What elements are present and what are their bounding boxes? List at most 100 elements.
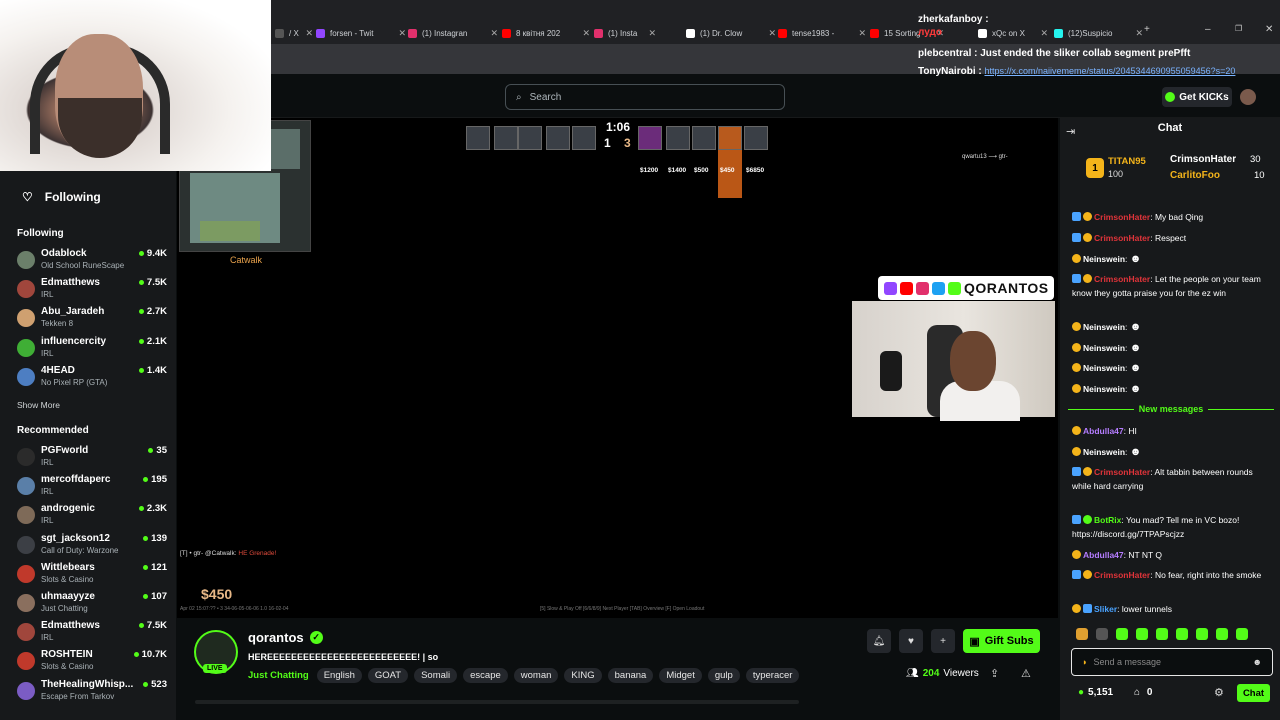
channel-avatar: [17, 367, 35, 386]
chat-username[interactable]: CrimsonHater: [1094, 233, 1150, 243]
sidebar-channel[interactable]: Wittlebears Slots & Casino 121: [17, 562, 167, 590]
emote-icon[interactable]: [1136, 628, 1148, 640]
channel-points[interactable]: ● 5,151: [1078, 687, 1113, 698]
chat-username[interactable]: CrimsonHater: [1094, 467, 1150, 477]
instagram-icon: [916, 281, 929, 295]
browser-tab[interactable]: (12)Suspicio ✕: [1054, 24, 1143, 42]
chat-username[interactable]: Abdulla47: [1083, 550, 1124, 560]
stream-tag[interactable]: woman: [513, 668, 559, 683]
tab-close-icon[interactable]: ✕: [858, 28, 866, 39]
minimize-button[interactable]: –: [1205, 24, 1211, 35]
chat-username[interactable]: Neinswein: [1083, 384, 1125, 394]
chat-username[interactable]: CrimsonHater: [1094, 274, 1150, 284]
emoji-icon[interactable]: ☻: [1253, 657, 1262, 667]
stream-tag[interactable]: banana: [607, 668, 654, 683]
stream-tag[interactable]: English: [316, 668, 362, 683]
chat-username[interactable]: Abdulla47: [1083, 426, 1124, 436]
chat-message: Abdulla47: HI: [1072, 424, 1272, 438]
notification-bell-button[interactable]: 🔔︎: [867, 629, 891, 653]
sidebar-channel[interactable]: androgenic IRL 2.3K: [17, 503, 167, 531]
stream-tag[interactable]: typeracer: [745, 668, 800, 683]
sidebar-channel[interactable]: TheHealingWhisp... Escape From Tarkov 523: [17, 679, 167, 707]
stream-tag[interactable]: Somali: [414, 668, 458, 683]
streamer-name[interactable]: qorantos: [248, 630, 304, 645]
tab-close-icon[interactable]: ✕: [648, 28, 656, 39]
restore-button[interactable]: ❐: [1235, 24, 1242, 33]
page-scrollbar[interactable]: [195, 700, 799, 704]
browser-tab[interactable]: 8 квітня 202 ✕: [502, 24, 590, 42]
clip-button[interactable]: +: [931, 629, 955, 653]
chat-username[interactable]: Neinswein: [1083, 343, 1125, 353]
live-dot-icon: [138, 280, 144, 286]
chat-username[interactable]: Neinswein: [1083, 447, 1125, 457]
chat-settings-icon[interactable]: ⚙: [1214, 686, 1224, 699]
browser-tab[interactable]: / X ✕: [275, 24, 313, 42]
sidebar-channel[interactable]: influencercity IRL 2.1K: [17, 336, 167, 364]
chat-message-input[interactable]: ◗ Send a message ☻: [1071, 648, 1273, 676]
sidebar-channel[interactable]: 4HEAD No Pixel RP (GTA) 1.4K: [17, 365, 167, 393]
stream-tag[interactable]: escape: [463, 668, 508, 683]
browser-tab[interactable]: forsen - Twit ✕: [316, 24, 406, 42]
browser-tab[interactable]: (1) Insta ✕: [594, 24, 656, 42]
category-link[interactable]: Just Chatting: [248, 670, 309, 681]
tab-close-icon[interactable]: ✕: [305, 28, 313, 39]
sidebar-channel[interactable]: Edmatthews IRL 7.5K: [17, 620, 167, 648]
tab-close-icon[interactable]: ✕: [768, 28, 776, 39]
tab-close-icon[interactable]: ✕: [1040, 28, 1048, 39]
chat-username[interactable]: Neinswein: [1083, 322, 1125, 332]
new-messages-divider[interactable]: New messages: [1068, 402, 1274, 416]
emote-icon[interactable]: [1176, 628, 1188, 640]
sidebar-channel[interactable]: Odablock Old School RuneScape 9.4K: [17, 248, 167, 276]
chat-username[interactable]: Neinswein: [1083, 363, 1125, 373]
chat-username[interactable]: CrimsonHater: [1094, 570, 1150, 580]
sidebar-channel[interactable]: mercoffdaperc IRL 195: [17, 474, 167, 502]
tab-close-icon[interactable]: ✕: [398, 28, 406, 39]
channel-category: IRL: [41, 458, 54, 467]
sidebar-channel[interactable]: Edmatthews IRL 7.5K: [17, 277, 167, 305]
browser-tab[interactable]: tense1983 - ✕: [778, 24, 866, 42]
emote-icon[interactable]: [1096, 628, 1108, 640]
emote-icon[interactable]: [1216, 628, 1228, 640]
report-icon[interactable]: ⚠: [1021, 667, 1031, 680]
show-more-link[interactable]: Show More: [17, 400, 60, 410]
chat-username[interactable]: Neinswein: [1083, 254, 1125, 264]
stream-tag[interactable]: KING: [564, 668, 602, 683]
close-window-button[interactable]: ✕: [1265, 24, 1273, 35]
emote-icon[interactable]: [1076, 628, 1088, 640]
stream-tag[interactable]: gulp: [707, 668, 740, 683]
gift-subs-button[interactable]: ▣ Gift Subs: [963, 629, 1040, 653]
channel-category: IRL: [41, 487, 54, 497]
sidebar-channel[interactable]: sgt_jackson12 Call of Duty: Warzone 139: [17, 533, 167, 561]
user-avatar[interactable]: [1240, 89, 1256, 105]
chat-username[interactable]: Sliker: [1094, 604, 1117, 614]
follow-button[interactable]: ♥: [899, 629, 923, 653]
tab-close-icon[interactable]: ✕: [1135, 28, 1143, 39]
emote-icon[interactable]: [1236, 628, 1248, 640]
emote-icon[interactable]: [1156, 628, 1168, 640]
sidebar-channel[interactable]: uhmaayyze Just Chatting 107: [17, 591, 167, 619]
chat-username[interactable]: CrimsonHater: [1094, 212, 1150, 222]
sidebar-channel[interactable]: ROSHTEIN Slots & Casino 10.7K: [17, 649, 167, 677]
kicks-balance[interactable]: ⌂ 0: [1134, 687, 1152, 698]
emote-icon[interactable]: [1116, 628, 1128, 640]
new-tab-button[interactable]: +: [1144, 24, 1150, 35]
player-money-hud: $6850: [746, 167, 765, 174]
tab-close-icon[interactable]: ✕: [582, 28, 590, 39]
stream-tag[interactable]: Midget: [659, 668, 702, 683]
stream-tag[interactable]: GOAT: [367, 668, 409, 683]
chat-message: Neinswein: ☻: [1072, 445, 1272, 459]
sidebar-channel[interactable]: PGFworld IRL 35: [17, 445, 167, 473]
chat-username[interactable]: BotRix: [1094, 515, 1121, 525]
tab-close-icon[interactable]: ✕: [490, 28, 498, 39]
search-icon: ⌕: [516, 91, 522, 103]
share-icon[interactable]: ⇪: [990, 667, 999, 680]
browser-tab[interactable]: (1) Instagran ✕: [408, 24, 498, 42]
send-chat-button[interactable]: Chat: [1237, 684, 1270, 702]
sidebar-channel[interactable]: Abu_Jaradeh Tekken 8 2.7K: [17, 306, 167, 334]
search-input[interactable]: ⌕ Search: [505, 84, 785, 110]
browser-tab[interactable]: (1) Dr. Clow ✕: [686, 24, 776, 42]
following-header[interactable]: ♡ Following: [22, 190, 101, 204]
browser-tab[interactable]: xQc on X ✕: [978, 24, 1048, 42]
get-kicks-button[interactable]: Get KICKs: [1162, 87, 1232, 107]
emote-icon[interactable]: [1196, 628, 1208, 640]
